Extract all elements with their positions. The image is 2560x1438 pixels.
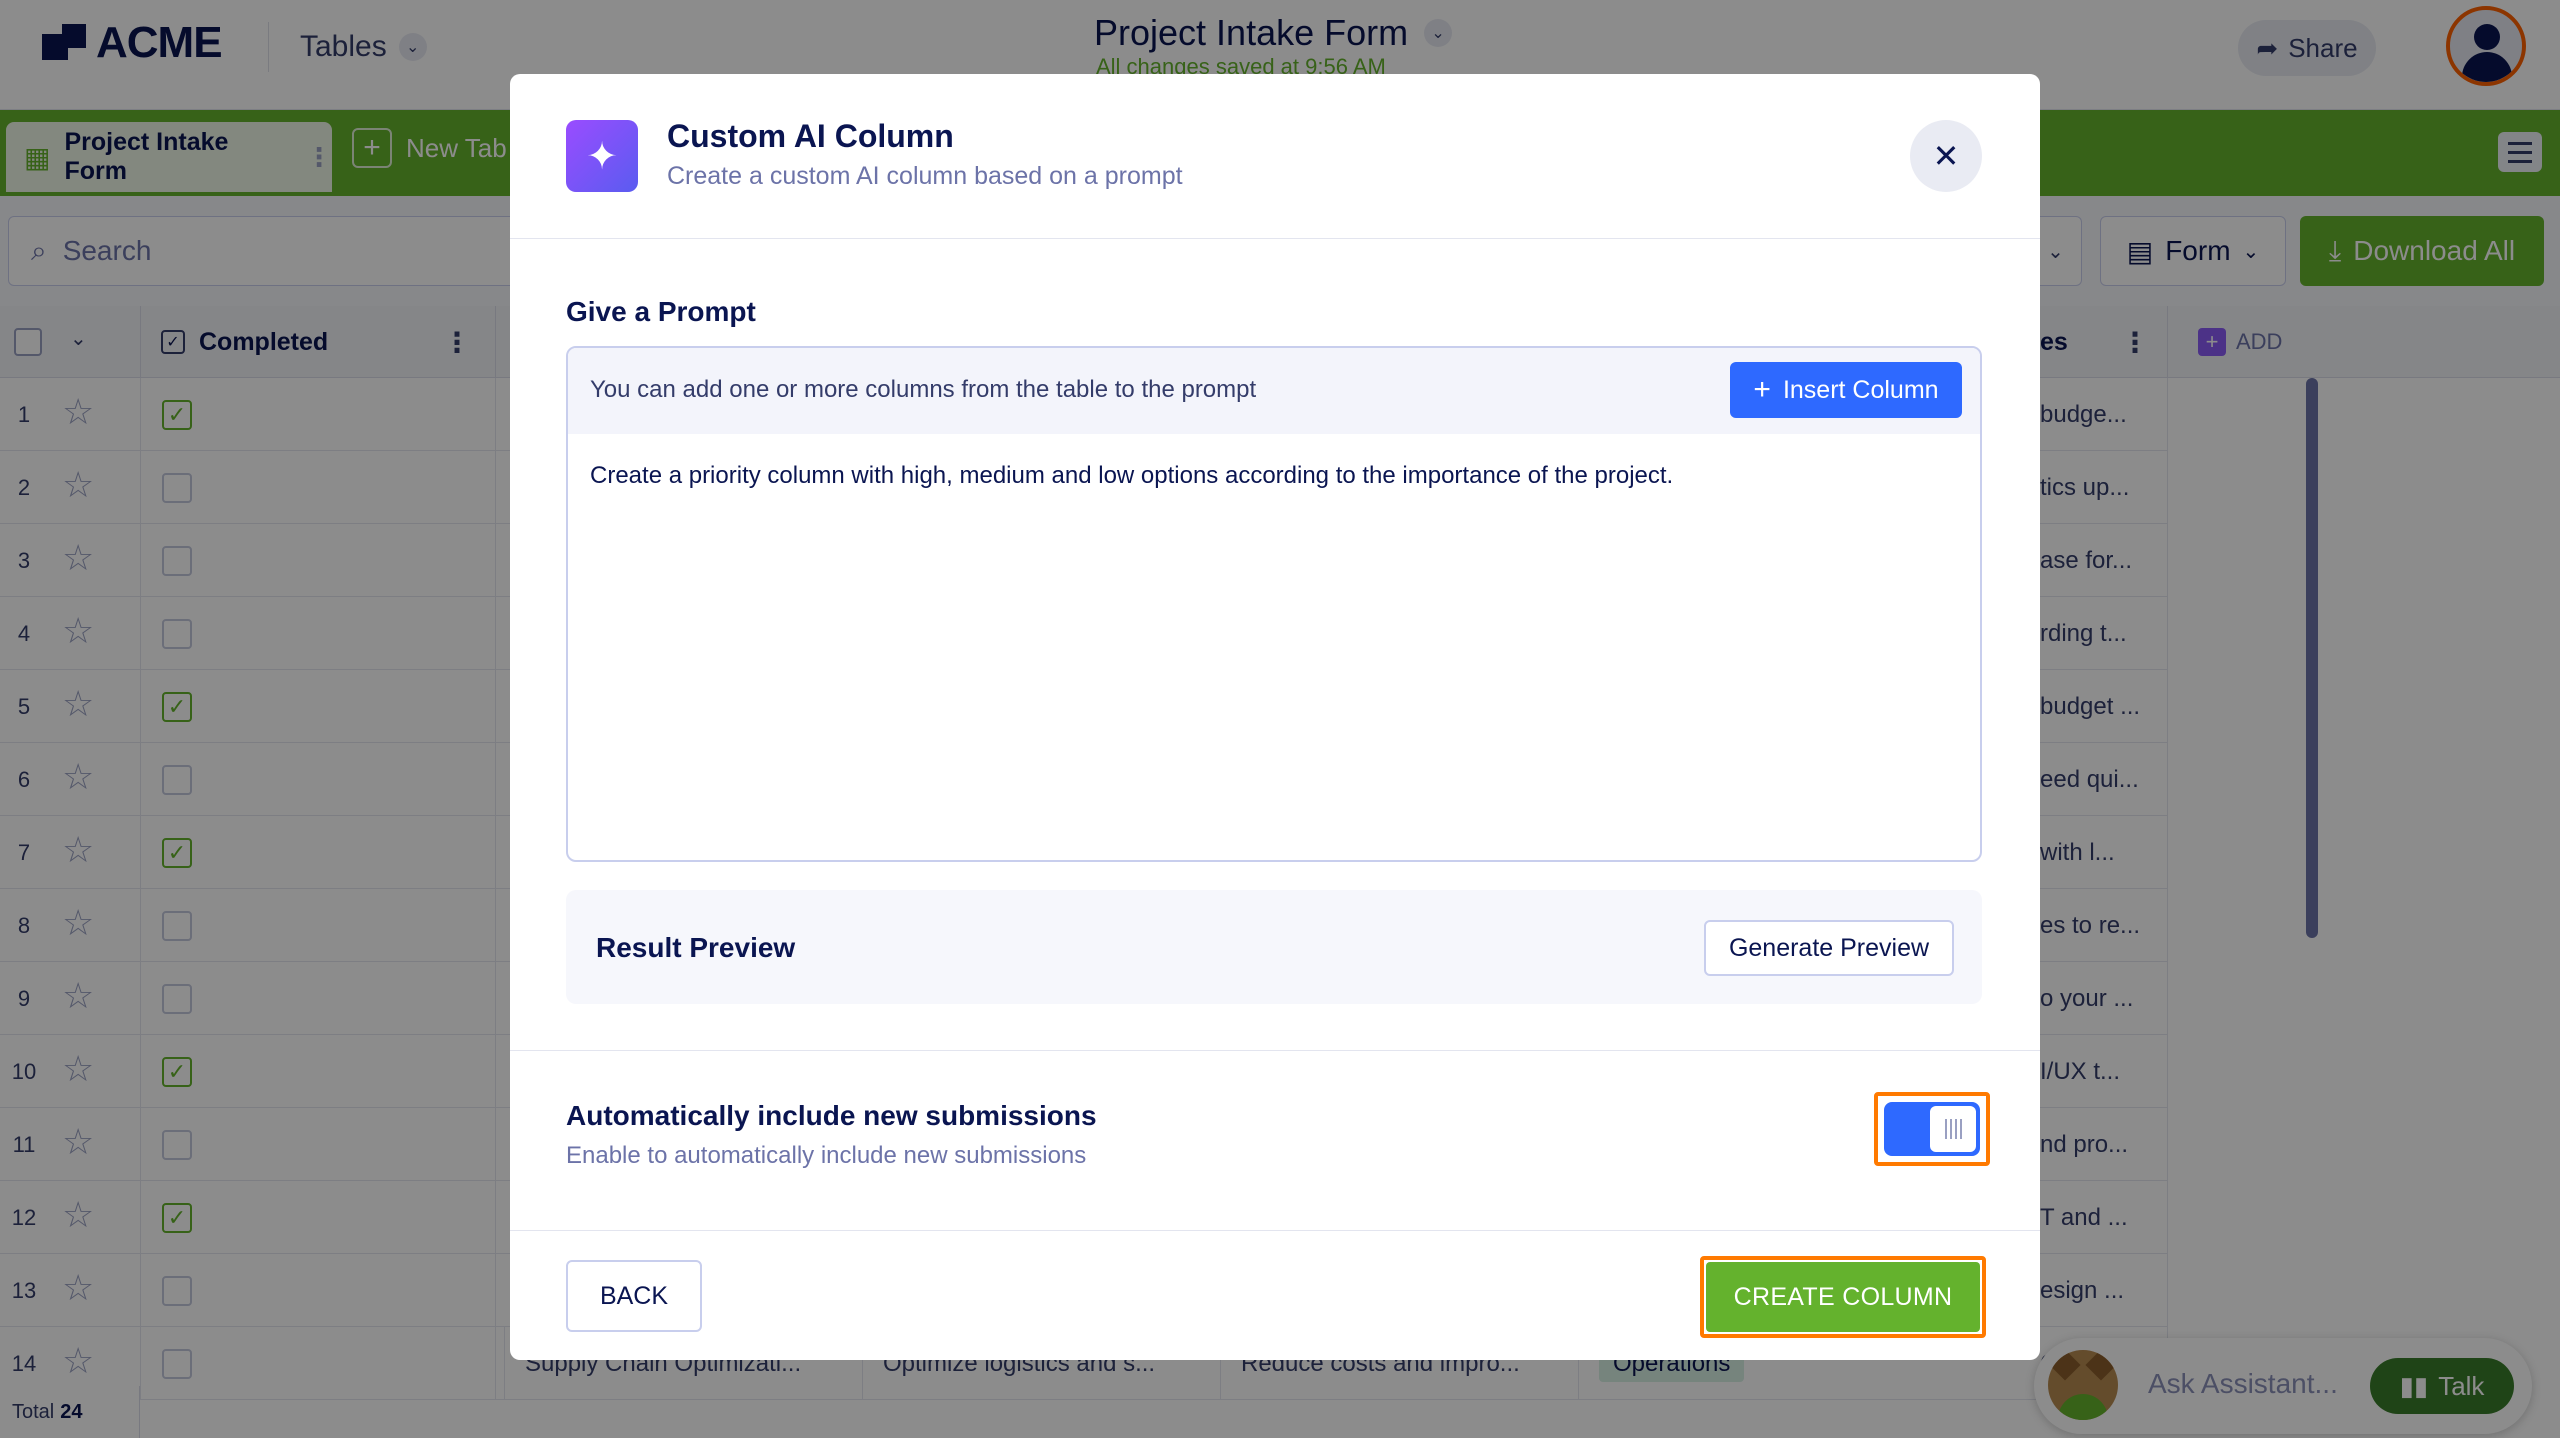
insert-column-button[interactable]: + Insert Column xyxy=(1730,362,1962,418)
insert-column-label: Insert Column xyxy=(1782,375,1939,404)
result-preview-panel: Result Preview Generate Preview xyxy=(566,890,1982,1004)
auto-include-toggle-highlight xyxy=(1874,1092,1990,1166)
generate-preview-button[interactable]: Generate Preview xyxy=(1704,920,1954,976)
custom-ai-column-dialog: ✦ Custom AI Column Create a custom AI co… xyxy=(510,74,2040,1360)
close-icon: ✕ xyxy=(1932,138,1960,174)
create-column-highlight: CREATE COLUMN xyxy=(1700,1256,1986,1338)
divider xyxy=(510,1050,2040,1051)
result-preview-label: Result Preview xyxy=(596,932,796,963)
sparkles-icon: ✦ xyxy=(566,120,638,192)
close-button[interactable]: ✕ xyxy=(1910,120,1982,192)
prompt-textarea[interactable]: Create a priority column with high, medi… xyxy=(590,462,1673,490)
auto-include-subtitle: Enable to automatically include new subm… xyxy=(566,1142,1087,1169)
create-column-button[interactable]: CREATE COLUMN xyxy=(1706,1262,1980,1332)
dialog-header: ✦ Custom AI Column Create a custom AI co… xyxy=(510,74,2040,239)
toggle-knob xyxy=(1930,1106,1976,1152)
dialog-title: Custom AI Column xyxy=(667,118,954,154)
auto-include-toggle[interactable] xyxy=(1884,1102,1980,1156)
prompt-hint-bar: You can add one or more columns from the… xyxy=(568,348,1980,434)
prompt-editor[interactable]: You can add one or more columns from the… xyxy=(566,346,1982,862)
prompt-hint: You can add one or more columns from the… xyxy=(590,376,1257,403)
prompt-section-label: Give a Prompt xyxy=(566,296,756,327)
dialog-subtitle: Create a custom AI column based on a pro… xyxy=(667,162,1183,190)
back-button[interactable]: BACK xyxy=(566,1260,702,1332)
plus-icon: + xyxy=(1753,373,1771,406)
divider xyxy=(510,1230,2040,1231)
auto-include-title: Automatically include new submissions xyxy=(566,1100,1097,1131)
